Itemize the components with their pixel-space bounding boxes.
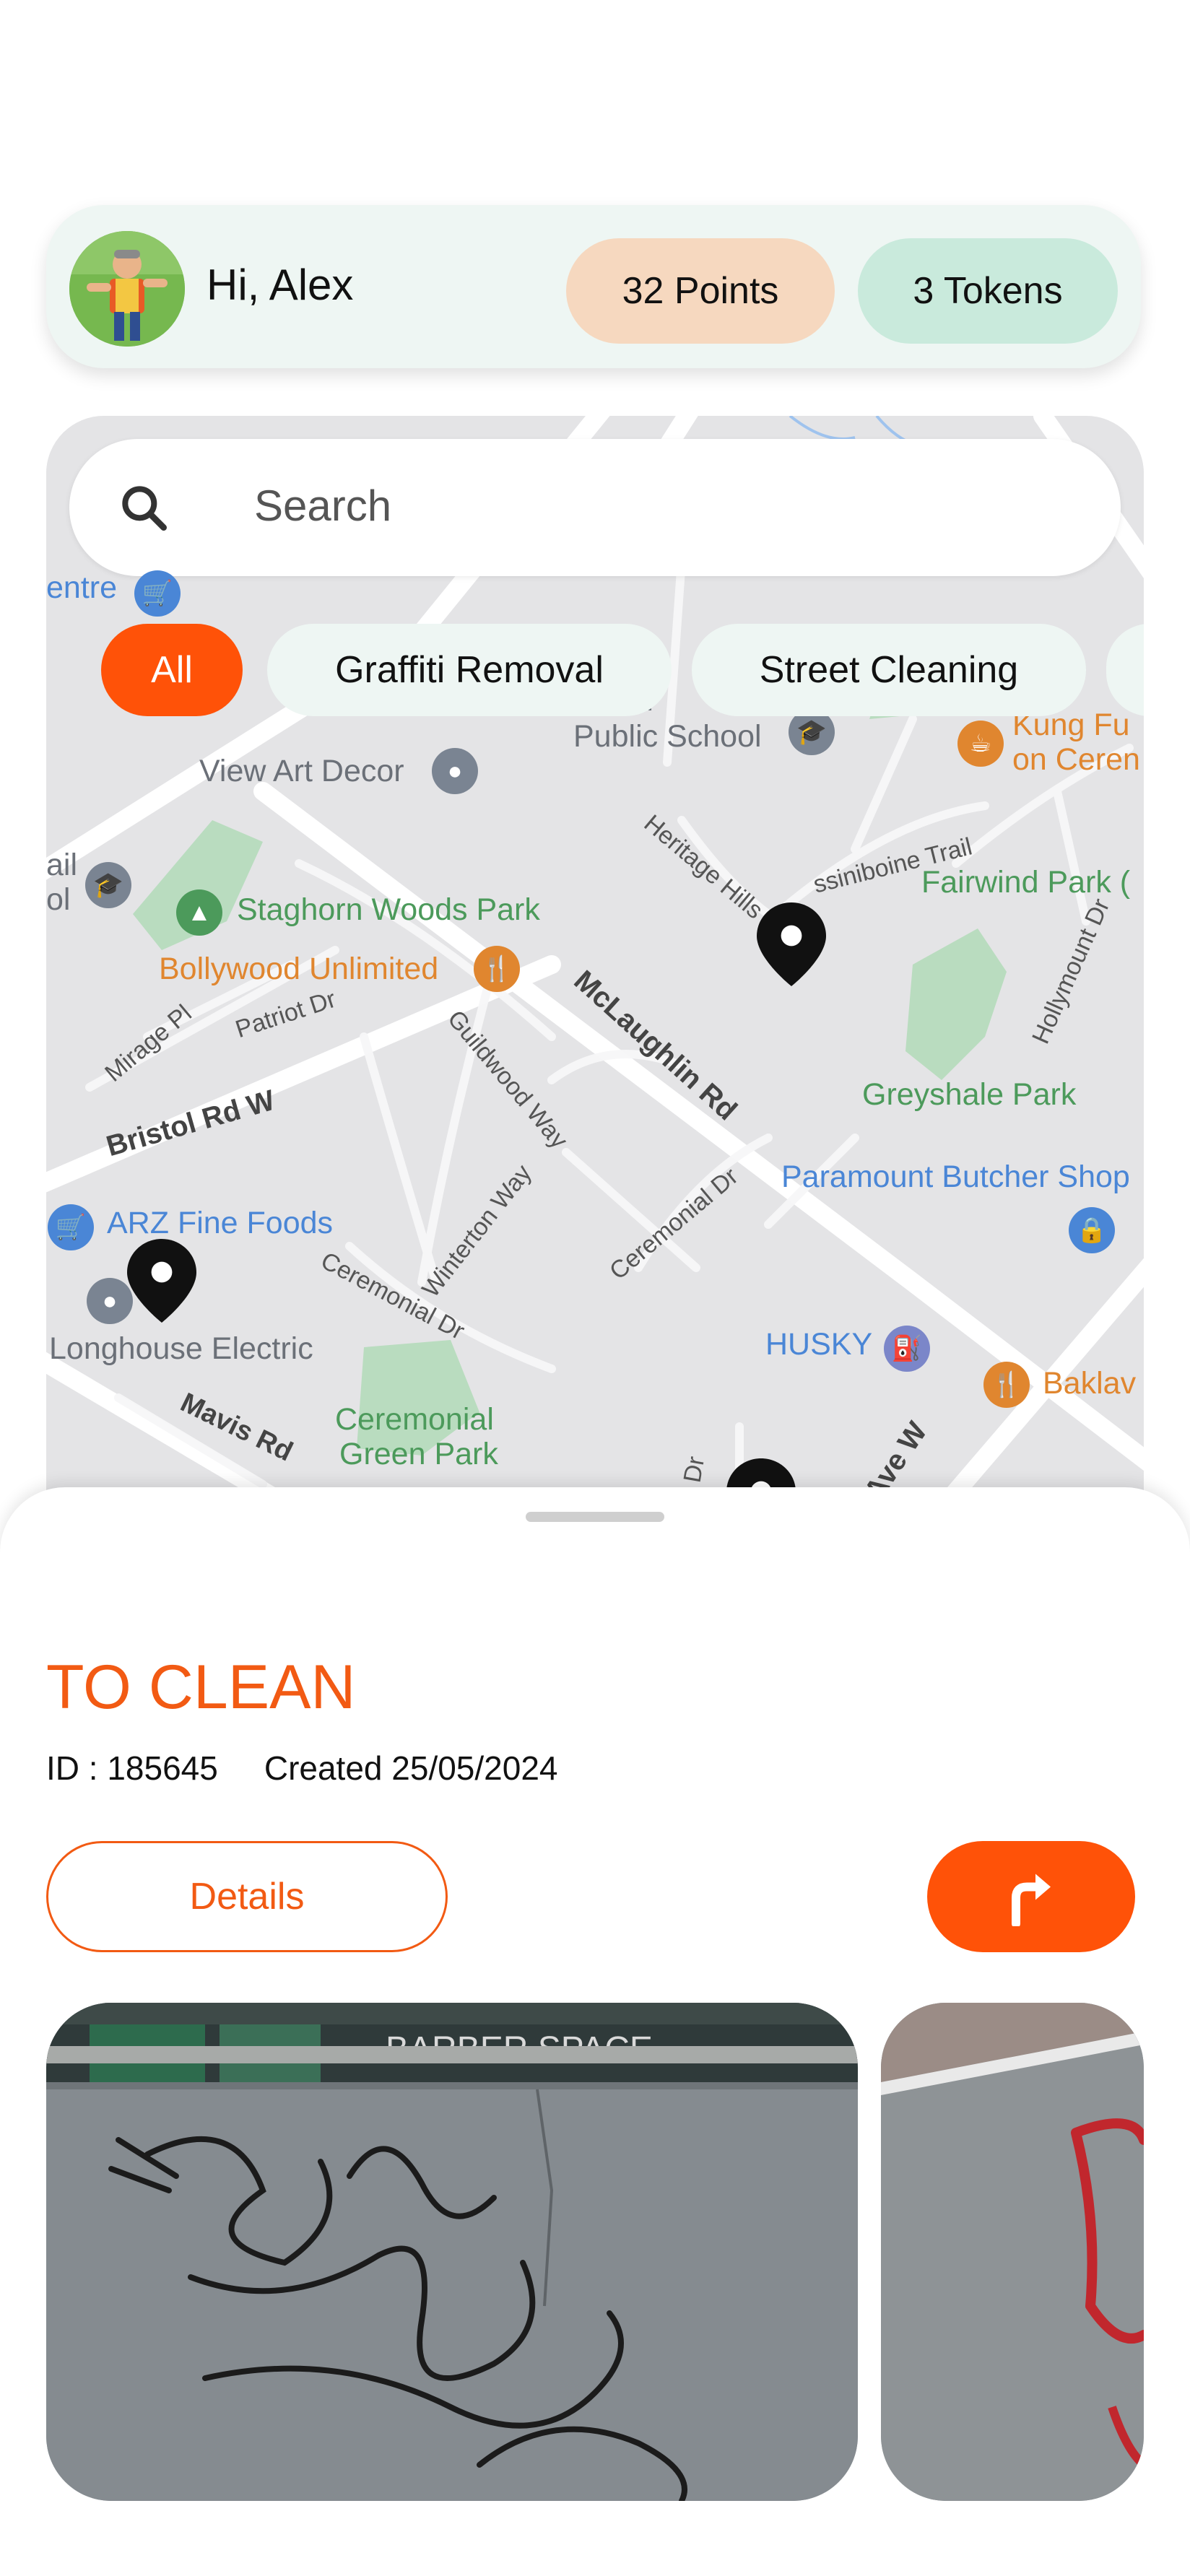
avatar[interactable] — [69, 231, 185, 347]
filter-chip-graffiti-removal[interactable]: Graffiti Removal — [267, 624, 672, 716]
park-icon: ▲ — [176, 889, 222, 936]
directions-icon — [1012, 1874, 1051, 1926]
task-photo[interactable] — [881, 2003, 1144, 2501]
task-id: ID : 185645 — [46, 1749, 218, 1787]
graffiti-photo: BARBER SPACE — [46, 2003, 858, 2501]
cafe-icon: ☕ — [957, 721, 1004, 767]
school-icon: 🎓 — [85, 862, 131, 908]
greeting: Hi, Alex — [207, 261, 354, 309]
search-icon — [122, 486, 168, 531]
search-input[interactable]: Search — [254, 481, 391, 531]
map-label: Longhouse Electric — [49, 1331, 313, 1366]
shopping-icon: 🛒 — [48, 1204, 94, 1250]
filter-chip-all[interactable]: All — [101, 624, 243, 716]
drag-handle[interactable] — [526, 1512, 664, 1522]
task-status: TO CLEAN — [46, 1653, 356, 1722]
gas-station-icon: ⛽ — [884, 1326, 930, 1372]
graffiti-photo — [881, 2003, 1144, 2501]
directions-button[interactable] — [927, 1841, 1135, 1952]
shopping-bag-icon: 🔒 — [1069, 1207, 1115, 1253]
map-label: HUSKY — [765, 1327, 873, 1362]
map-label: entre — [46, 570, 118, 605]
store-icon: ● — [432, 748, 478, 794]
filter-chip-street-cleaning[interactable]: Street Cleaning — [692, 624, 1086, 716]
map-label: ol — [46, 882, 71, 917]
map-label: Fairwind Park ( — [921, 865, 1131, 900]
map-label: Greyshale Park — [862, 1077, 1077, 1112]
map-label: Ceremonial — [335, 1402, 494, 1437]
restaurant-icon: 🍴 — [474, 946, 520, 992]
shopping-icon: 🛒 — [134, 570, 181, 617]
map-label: ail — [46, 848, 78, 882]
map-label: Staghorn Woods Park — [237, 892, 540, 927]
map-label: Bollywood Unlimited — [159, 952, 439, 986]
map-pin-icon[interactable] — [757, 902, 826, 986]
map-label: Baklav — [1043, 1366, 1137, 1401]
store-icon: ● — [87, 1278, 133, 1324]
task-bottom-sheet: TO CLEAN ID : 185645 Created 25/05/2024 D… — [0, 1487, 1190, 2576]
tokens-badge[interactable]: 3 Tokens — [858, 238, 1118, 344]
map-label: Public School — [573, 719, 762, 754]
restaurant-icon: 🍴 — [983, 1362, 1030, 1408]
map-label: Paramount Butcher Shop — [781, 1159, 1130, 1194]
map-label: Green Park — [339, 1437, 498, 1471]
task-meta: ID : 185645 Created 25/05/2024 — [46, 1749, 558, 1788]
user-header: Hi, Alex 32 Points 3 Tokens — [46, 205, 1141, 368]
map-label: on Ceren — [1012, 742, 1140, 777]
details-button[interactable]: Details — [46, 1841, 448, 1952]
search-bar[interactable]: Search — [69, 439, 1121, 576]
road-label: Dr — [678, 1454, 711, 1485]
map-view[interactable]: Search entre 🛒 arwin Public School 🎓 Kun… — [46, 416, 1144, 1542]
map-pin-icon[interactable] — [127, 1239, 196, 1323]
task-created-date: Created 25/05/2024 — [264, 1749, 558, 1787]
task-photo[interactable]: BARBER SPACE — [46, 2003, 858, 2501]
points-badge[interactable]: 32 Points — [566, 238, 835, 344]
map-label: View Art Decor — [199, 754, 404, 788]
map-label: ARZ Fine Foods — [107, 1206, 334, 1240]
